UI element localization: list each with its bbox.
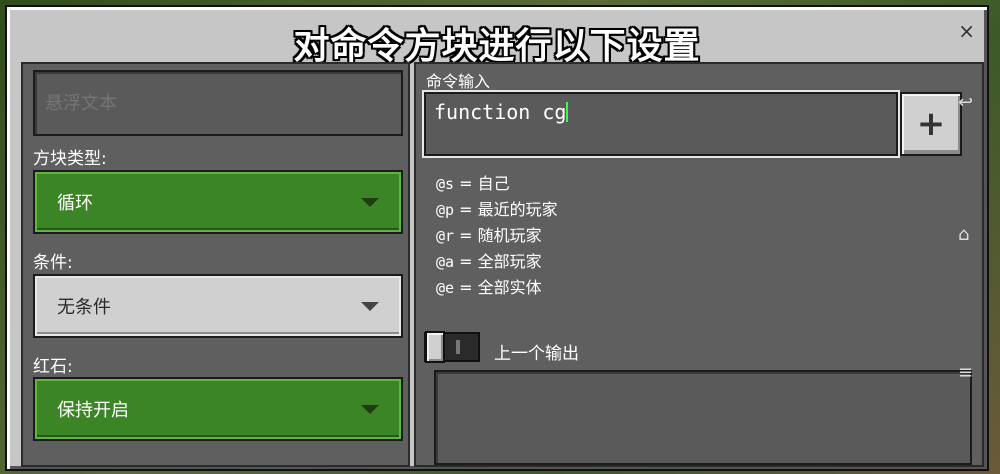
condition-label: 条件:: [33, 253, 73, 273]
add-command-button[interactable]: +: [900, 92, 962, 156]
command-input[interactable]: function cg: [424, 92, 898, 156]
previous-output-label: 上一个输出: [494, 344, 579, 364]
previous-output-toggle[interactable]: [424, 331, 480, 363]
redstone-value: 保持开启: [57, 400, 129, 421]
block-type-dropdown[interactable]: 循环: [33, 170, 403, 234]
plus-icon: +: [916, 104, 946, 144]
chevron-down-icon: [361, 405, 379, 414]
redstone-dropdown[interactable]: 保持开启: [33, 377, 403, 441]
chevron-down-icon: [361, 302, 379, 311]
right-command-panel: 命令输入 function cg + @s = 自己 @p = 最近的玩家 @r…: [414, 62, 984, 467]
selector-row: @p = 最近的玩家: [436, 200, 558, 219]
block-type-value: 循环: [57, 193, 93, 214]
toggle-notch: [456, 340, 460, 354]
left-settings-panel: 方块类型: 循环 条件: 无条件 红石: 保持开启: [21, 62, 410, 467]
selector-help-list: @s = 自己 @p = 最近的玩家 @r = 随机玩家 @a = 全部玩家 @…: [436, 170, 558, 300]
command-block-dialog: 对命令方块进行以下设置 × 方块类型: 循环 条件: 无条件 红石: 保持开启 …: [5, 5, 989, 471]
block-type-label: 方块类型:: [33, 149, 107, 169]
hover-text-input[interactable]: [33, 70, 403, 136]
condition-value: 无条件: [57, 297, 111, 318]
close-icon[interactable]: ×: [958, 19, 975, 43]
command-input-label: 命令输入: [426, 72, 491, 91]
menu-icon[interactable]: ≡: [958, 362, 973, 383]
selector-row: @a = 全部玩家: [436, 252, 542, 271]
chevron-down-icon: [361, 198, 379, 207]
home-icon[interactable]: ⌂: [958, 224, 969, 245]
condition-dropdown[interactable]: 无条件: [33, 274, 403, 338]
selector-row: @s = 自己: [436, 174, 510, 193]
return-icon[interactable]: ↩: [958, 92, 973, 113]
previous-output-box: [434, 370, 972, 465]
text-cursor: [566, 102, 569, 122]
toggle-knob[interactable]: [425, 331, 445, 363]
command-text: function cg: [434, 100, 567, 124]
selector-row: @r = 随机玩家: [436, 226, 542, 245]
redstone-label: 红石:: [33, 357, 73, 377]
selector-row: @e = 全部实体: [436, 278, 542, 297]
